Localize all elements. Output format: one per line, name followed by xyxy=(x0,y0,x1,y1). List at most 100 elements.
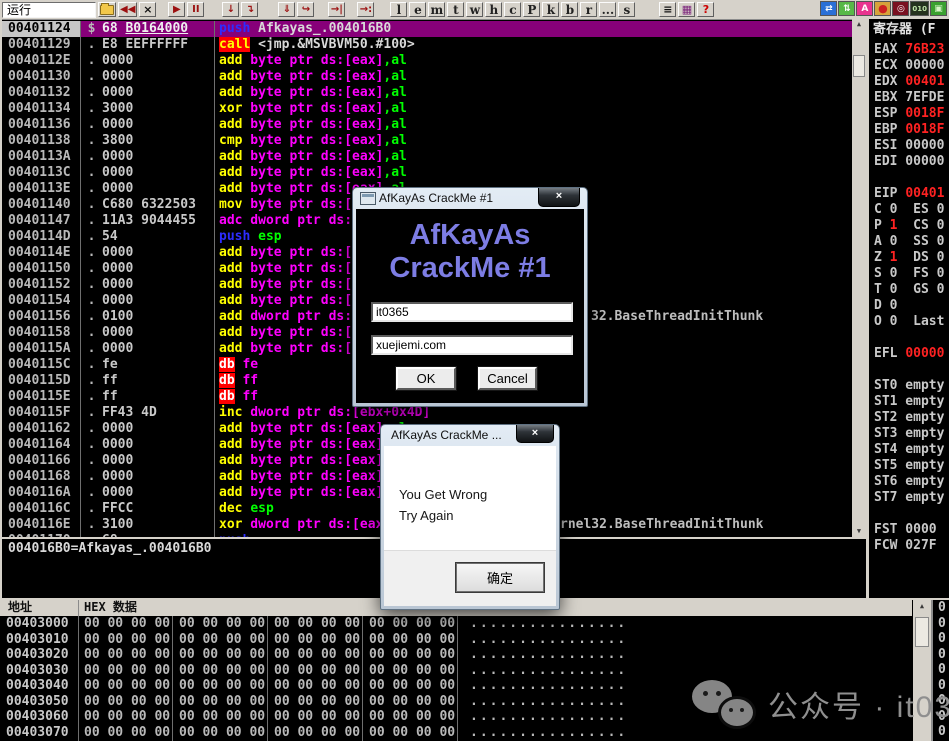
windows-window-button[interactable]: w xyxy=(466,2,483,17)
disassembly-scrollbar[interactable]: ▲ ▼ xyxy=(852,19,866,537)
goto-icon[interactable]: →: xyxy=(357,2,374,17)
register-line[interactable]: ESI 00000 xyxy=(874,138,949,154)
open-folder-icon[interactable] xyxy=(98,2,116,17)
ball-icon[interactable]: ● xyxy=(874,1,891,16)
register-line[interactable] xyxy=(874,506,949,522)
register-line[interactable]: EAX 76B23 xyxy=(874,42,949,58)
pause-icon[interactable]: II xyxy=(187,2,204,17)
cpu-window-button[interactable]: c xyxy=(504,2,521,17)
register-line[interactable]: FCW 027F xyxy=(874,538,949,554)
close-window-icon[interactable]: × xyxy=(139,2,156,17)
swap-icon[interactable]: ⇄ xyxy=(820,1,837,16)
register-line[interactable]: ST5 empty xyxy=(874,458,949,474)
message-dialog-titlebar[interactable]: AfKayAs CrackMe ... × xyxy=(381,425,559,445)
disasm-row[interactable]: 00401138.3800cmp byte ptr ds:[eax],al xyxy=(2,133,852,149)
disasm-row[interactable]: 00401129.E8 EEFFFFFFcall <jmp.&MSVBVM50.… xyxy=(2,37,852,53)
serial-input[interactable] xyxy=(371,335,573,355)
appearance-icon[interactable]: ▦ xyxy=(678,2,695,17)
register-line[interactable]: EDX 00401 xyxy=(874,74,949,90)
register-line[interactable]: D 0 xyxy=(874,298,949,314)
register-line[interactable]: O 0 Last xyxy=(874,314,949,330)
register-line[interactable]: ST3 empty xyxy=(874,426,949,442)
disasm-row[interactable]: 0040113A.0000add byte ptr ds:[eax],al xyxy=(2,149,852,165)
call-stack-window-button[interactable]: k xyxy=(542,2,559,17)
register-line[interactable] xyxy=(874,362,949,378)
disasm-row[interactable]: 00401132.0000add byte ptr ds:[eax],al xyxy=(2,85,852,101)
cancel-button[interactable]: Cancel xyxy=(478,367,537,390)
register-line[interactable] xyxy=(874,330,949,346)
wrong-message-dialog[interactable]: AfKayAs CrackMe ... × You Get Wrong Try … xyxy=(380,424,560,610)
help-icon[interactable]: ? xyxy=(697,2,714,17)
animate-over-icon[interactable]: ↪ xyxy=(297,2,314,17)
window-icon[interactable]: ▣ xyxy=(930,1,947,16)
disasm-row[interactable]: 00401130.0000add byte ptr ds:[eax],al xyxy=(2,69,852,85)
close-icon[interactable]: × xyxy=(538,188,580,207)
crackme-dialog[interactable]: AfKayAs CrackMe #1 × AfKayAs CrackMe #1 … xyxy=(352,187,588,407)
step-over-icon[interactable]: ↴ xyxy=(241,2,258,17)
disasm-row[interactable]: 0040115F.FF43 4Dinc dword ptr ds:[ebx+0x… xyxy=(2,405,852,421)
memory-window-button[interactable]: m xyxy=(428,2,445,17)
name-input[interactable] xyxy=(371,302,573,322)
register-line[interactable]: ECX 00000 xyxy=(874,58,949,74)
scroll-down-icon[interactable]: ▼ xyxy=(853,526,865,537)
register-line[interactable]: ST0 empty xyxy=(874,378,949,394)
disasm-row[interactable]: 00401124$68 B0164000push Afkayas_.004016… xyxy=(2,21,852,37)
dump-row[interactable]: 0040300000 00 00 0000 00 00 0000 00 00 0… xyxy=(0,616,912,632)
animate-into-icon[interactable]: ⇓ xyxy=(278,2,295,17)
scrollbar-thumb[interactable] xyxy=(853,55,865,77)
dump-row[interactable]: 0040302000 00 00 0000 00 00 0000 00 00 0… xyxy=(0,647,912,663)
close-icon[interactable]: × xyxy=(516,425,554,443)
references-window-button[interactable]: r xyxy=(580,2,597,17)
register-line[interactable]: EIP 00401 xyxy=(874,186,949,202)
registers-pane[interactable]: 寄存器 (F EAX 76B23ECX 00000EDX 00401EBX 7E… xyxy=(869,19,949,598)
scroll-up-icon[interactable]: ▲ xyxy=(853,19,865,30)
crackme-dialog-titlebar[interactable]: AfKayAs CrackMe #1 × xyxy=(353,188,587,208)
register-line[interactable]: ST7 empty xyxy=(874,490,949,506)
register-line[interactable]: Z 1 DS 0 xyxy=(874,250,949,266)
scrollbar-thumb[interactable] xyxy=(915,617,929,647)
register-line[interactable]: S 0 FS 0 xyxy=(874,266,949,282)
handles-window-button[interactable]: h xyxy=(485,2,502,17)
run-program-icon[interactable]: ▶ xyxy=(168,2,185,17)
register-line[interactable]: ST4 empty xyxy=(874,442,949,458)
register-line[interactable]: EDI 00000 xyxy=(874,154,949,170)
target-icon[interactable]: ◎ xyxy=(892,1,909,16)
ok-button[interactable]: OK xyxy=(396,367,456,390)
restart-icon[interactable]: ◀◀ xyxy=(118,2,137,17)
binary-icon[interactable]: 010 xyxy=(910,1,929,16)
disasm-row[interactable]: 00401134.3000xor byte ptr ds:[eax],al xyxy=(2,101,852,117)
execute-till-return-icon[interactable]: →| xyxy=(328,2,345,17)
dump-row[interactable]: 0040301000 00 00 0000 00 00 0000 00 00 0… xyxy=(0,632,912,648)
breakpoints-window-button[interactable]: b xyxy=(561,2,578,17)
step-into-icon[interactable]: ↓ xyxy=(222,2,239,17)
executables-window-button[interactable]: e xyxy=(409,2,426,17)
register-line[interactable]: P 1 CS 0 xyxy=(874,218,949,234)
confirm-button[interactable]: 确定 xyxy=(456,563,544,592)
register-line[interactable]: C 0 ES 0 xyxy=(874,202,949,218)
scroll-up-icon[interactable]: ▲ xyxy=(915,601,929,612)
options-list-icon[interactable]: ≡ xyxy=(659,2,676,17)
register-line[interactable]: ST1 empty xyxy=(874,394,949,410)
register-line[interactable]: ST6 empty xyxy=(874,474,949,490)
dump-row[interactable]: 0040303000 00 00 0000 00 00 0000 00 00 0… xyxy=(0,663,912,679)
register-line[interactable]: FST 0000 xyxy=(874,522,949,538)
register-line[interactable]: EFL 00000 xyxy=(874,346,949,362)
message-dialog-footer: 确定 xyxy=(384,550,556,606)
threads-window-button[interactable]: t xyxy=(447,2,464,17)
assemble-icon[interactable]: A xyxy=(856,1,873,16)
register-line[interactable]: EBX 7EFDE xyxy=(874,90,949,106)
register-line[interactable] xyxy=(874,170,949,186)
disasm-row[interactable]: 0040113C.0000add byte ptr ds:[eax],al xyxy=(2,165,852,181)
disasm-row[interactable]: 0040112E.0000add byte ptr ds:[eax],al xyxy=(2,53,852,69)
patches-window-button[interactable]: P xyxy=(523,2,540,17)
source-window-button[interactable]: s xyxy=(618,2,635,17)
updown-icon[interactable]: ⇅ xyxy=(838,1,855,16)
register-line[interactable]: ESP 0018F xyxy=(874,106,949,122)
run-trace-window-button[interactable]: ... xyxy=(599,2,616,17)
register-line[interactable]: EBP 0018F xyxy=(874,122,949,138)
register-line[interactable]: A 0 SS 0 xyxy=(874,234,949,250)
log-window-button[interactable]: l xyxy=(390,2,407,17)
disasm-row[interactable]: 00401136.0000add byte ptr ds:[eax],al xyxy=(2,117,852,133)
register-line[interactable]: ST2 empty xyxy=(874,410,949,426)
register-line[interactable]: T 0 GS 0 xyxy=(874,282,949,298)
